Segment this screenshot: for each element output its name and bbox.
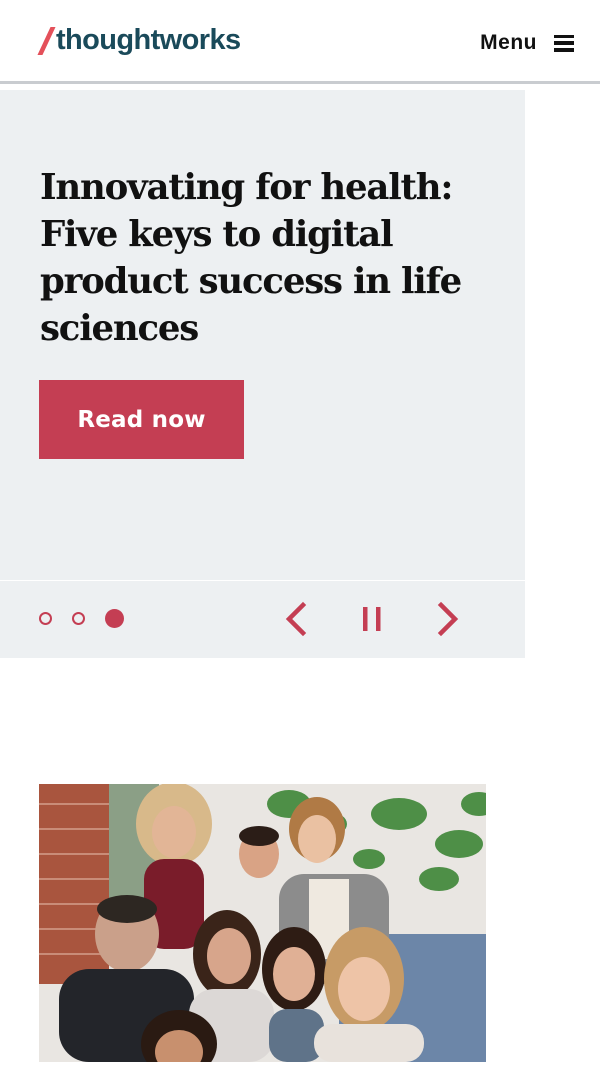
menu-button[interactable]: Menu (480, 26, 574, 60)
hamburger-icon (554, 34, 574, 52)
chevron-left-icon[interactable] (279, 599, 313, 639)
thoughtworks-logo[interactable]: thoughtworks (36, 22, 241, 58)
hero-banner: Innovating for health: Five keys to digi… (0, 90, 525, 580)
site-header: thoughtworks Menu (0, 0, 600, 84)
carousel-controls (0, 581, 525, 658)
logo-text: thoughtworks (56, 23, 241, 56)
carousel-dot-2[interactable] (72, 612, 85, 625)
read-now-button[interactable]: Read now (39, 380, 244, 459)
chevron-right-icon[interactable] (431, 599, 465, 639)
menu-label: Menu (480, 31, 537, 54)
carousel-dot-1[interactable] (39, 612, 52, 625)
group-photo (39, 784, 486, 1062)
hero-title: Innovating for health: Five keys to digi… (40, 167, 462, 349)
carousel-dot-3-active[interactable] (105, 609, 124, 628)
logo-slash-icon (36, 25, 58, 55)
pause-icon[interactable] (355, 599, 389, 639)
